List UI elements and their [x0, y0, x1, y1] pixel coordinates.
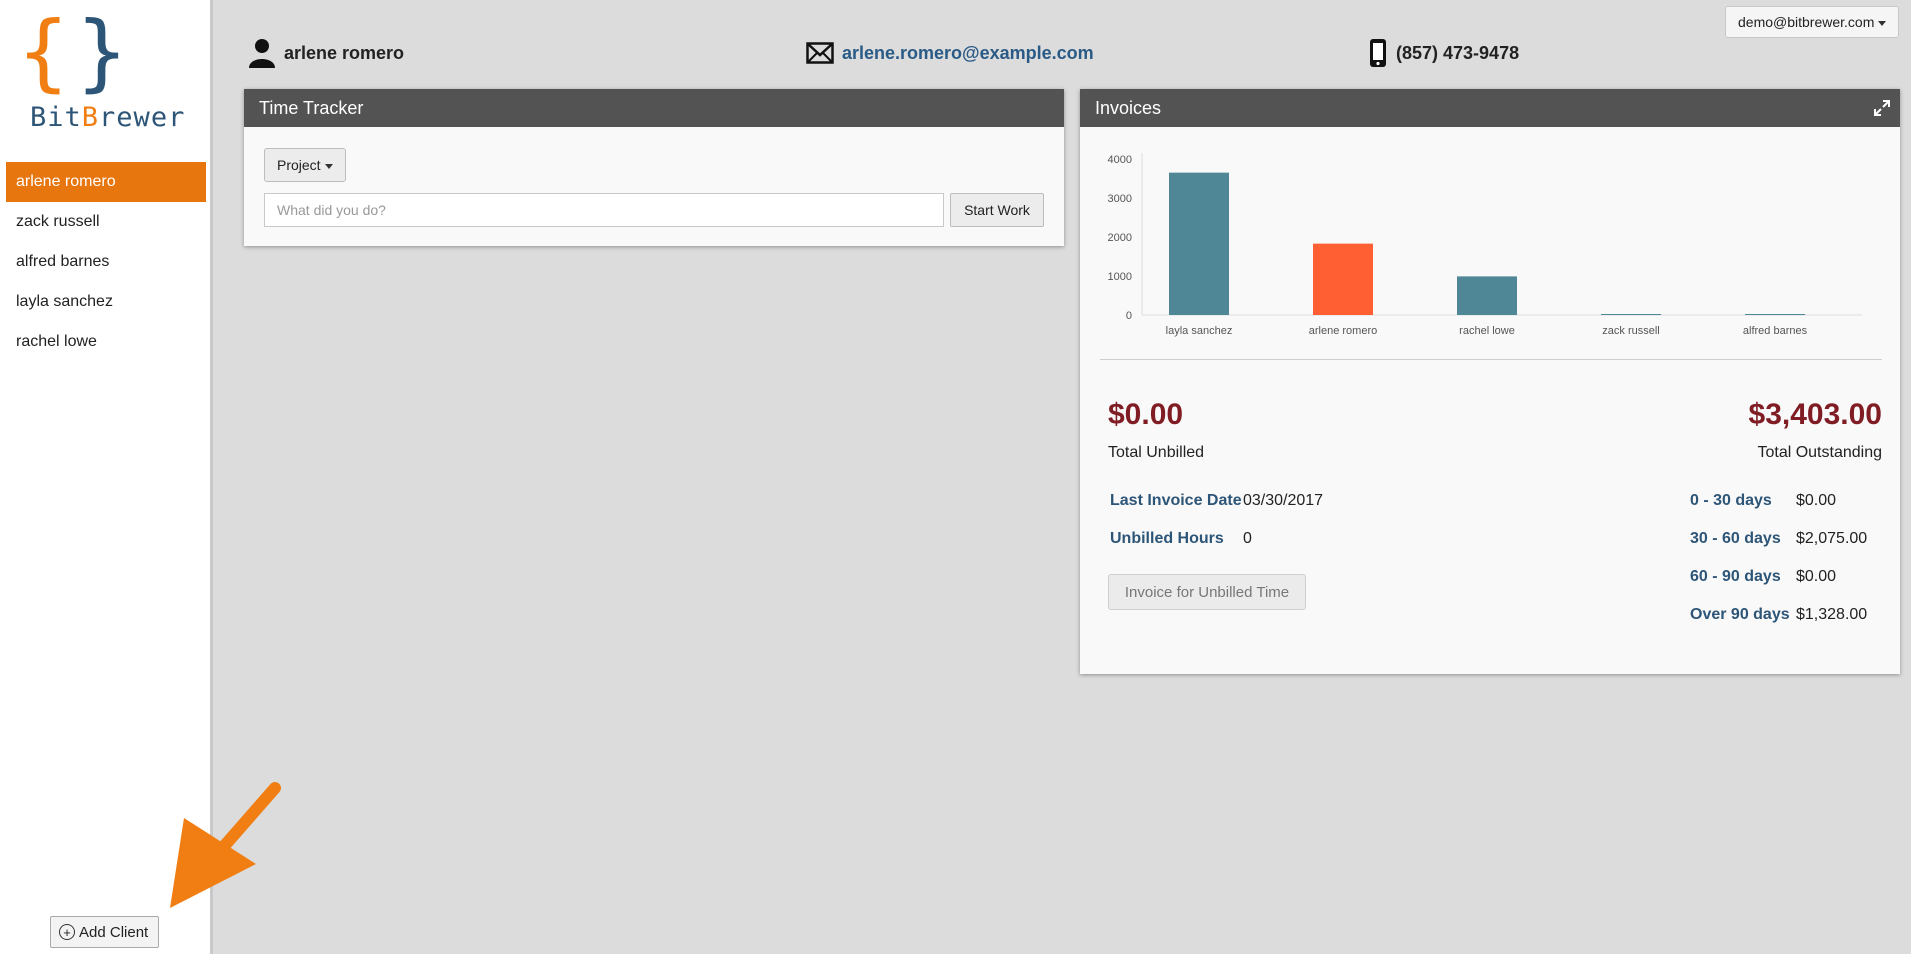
last-invoice-date-value: 03/30/2017 [1243, 492, 1324, 509]
contact-name-text: arlene romero [284, 42, 405, 63]
phone-icon [1370, 39, 1386, 67]
person-icon [249, 39, 275, 68]
annotation-arrow-icon [170, 782, 281, 908]
aging-over-90-label: Over 90 days [1690, 606, 1790, 623]
chart-x-tick-label: layla sanchez [1166, 325, 1233, 337]
invoices-header: Invoices [1080, 89, 1900, 127]
contact-email[interactable]: arlene.romero@example.com [806, 40, 1094, 66]
divider [1100, 359, 1882, 360]
contact-phone-text: (857) 473-9478 [1396, 42, 1520, 63]
total-unbilled-amount: $0.00 [1108, 398, 1184, 431]
logo-braces-icon: {} [18, 3, 128, 101]
contact-phone: (857) 473-9478 [1368, 39, 1520, 67]
chart-y-tick-label: 4000 [1108, 154, 1132, 166]
chart-bars [1169, 172, 1805, 315]
start-work-button[interactable]: Start Work [950, 193, 1044, 227]
project-label: Project [277, 157, 321, 173]
work-description-input[interactable] [264, 193, 944, 227]
aging-30-60-label: 30 - 60 days [1690, 530, 1781, 547]
chart-y-tick-label: 0 [1126, 310, 1132, 322]
client-list: arlene romero zack russell alfred barnes la… [6, 162, 206, 362]
aging-30-60-value: $2,075.00 [1796, 530, 1868, 547]
invoices-panel: Invoices 0 1000 2000 3000 4000 layla sanchez… [1080, 89, 1900, 674]
add-client-label: Add Client [79, 923, 149, 941]
invoices-title: Invoices [1095, 98, 1162, 118]
chart-bar [1313, 243, 1373, 315]
invoice-unbilled-button[interactable]: Invoice for Unbilled Time [1108, 574, 1306, 610]
chart-bar [1457, 276, 1517, 315]
time-tracker-panel: Time Tracker Project Start Work [244, 89, 1064, 246]
chart-y-tick-label: 2000 [1108, 232, 1132, 244]
expand-icon[interactable] [1874, 100, 1890, 116]
chart-bar [1745, 314, 1805, 315]
aging-60-90-value: $0.00 [1796, 568, 1837, 585]
unbilled-hours-value: 0 [1243, 530, 1252, 547]
chart-y-tick-label: 1000 [1108, 271, 1132, 283]
last-invoice-date-label: Last Invoice Date [1110, 492, 1242, 509]
unbilled-hours-label: Unbilled Hours [1110, 530, 1224, 547]
time-tracker-header: Time Tracker [244, 89, 1064, 127]
bitbrewer-logo[interactable]: {} BitBrewer [18, 10, 188, 138]
sidebar-client-item[interactable]: layla sanchez [6, 282, 206, 322]
chart-x-tick-label: zack russell [1602, 325, 1659, 337]
contact-name: arlene romero [248, 39, 405, 68]
project-dropdown[interactable]: Project [264, 148, 346, 182]
chart-x-tick-label: alfred barnes [1743, 325, 1808, 337]
plus-circle-icon: + [59, 924, 75, 940]
chart-x-tick-label: rachel lowe [1459, 325, 1515, 337]
time-tracker-title: Time Tracker [259, 98, 364, 118]
add-client-button[interactable]: + Add Client [50, 916, 160, 948]
invoice-bar-chart: 0 1000 2000 3000 4000 layla sanchez arlene ro… [1108, 153, 1862, 337]
caret-down-icon [324, 163, 333, 169]
caret-down-icon [1878, 20, 1887, 26]
aging-0-30-label: 0 - 30 days [1690, 492, 1772, 509]
sidebar-client-item[interactable]: arlene romero [6, 162, 206, 202]
aging-over-90-value: $1,328.00 [1796, 606, 1868, 623]
logo-wordmark: BitBrewer [30, 102, 186, 133]
total-unbilled-label: Total Unbilled [1108, 444, 1205, 461]
chart-bar [1601, 314, 1661, 315]
aging-0-30-value: $0.00 [1796, 492, 1837, 509]
chart-x-tick-label: arlene romero [1309, 325, 1377, 337]
sidebar-client-item[interactable]: zack russell [6, 202, 206, 242]
sidebar-client-item[interactable]: rachel lowe [6, 322, 206, 362]
aging-60-90-label: 60 - 90 days [1690, 568, 1781, 585]
chart-x-labels: layla sanchez arlene romero rachel lowe zac… [1166, 325, 1808, 337]
account-dropdown[interactable]: demo@bitbrewer.com [1725, 6, 1900, 38]
total-outstanding-label: Total Outstanding [1757, 444, 1882, 461]
total-outstanding-amount: $3,403.00 [1748, 398, 1882, 431]
envelope-icon [806, 42, 834, 64]
chart-y-ticks: 0 1000 2000 3000 4000 [1108, 154, 1132, 322]
chart-bar [1169, 172, 1229, 315]
contact-email-link[interactable]: arlene.romero@example.com [842, 43, 1094, 64]
account-email: demo@bitbrewer.com [1738, 14, 1875, 30]
chart-y-tick-label: 3000 [1108, 193, 1132, 205]
sidebar-client-item[interactable]: alfred barnes [6, 242, 206, 282]
